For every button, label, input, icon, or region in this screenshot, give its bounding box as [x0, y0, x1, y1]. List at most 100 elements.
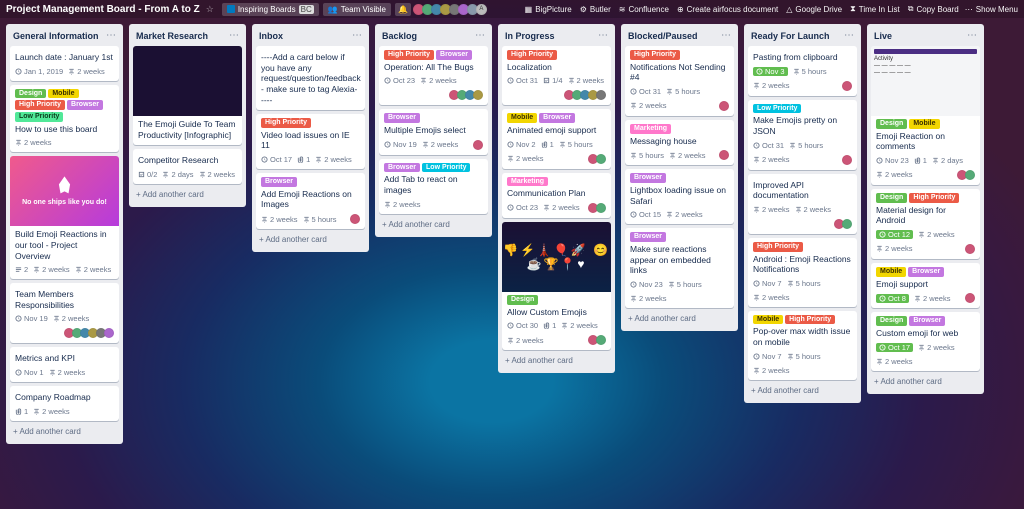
card-members[interactable] [844, 81, 852, 91]
label[interactable]: Browser [630, 173, 666, 183]
powerup-google-drive[interactable]: △ Google Drive [786, 4, 842, 14]
list-menu-icon[interactable]: ⋯ [844, 30, 854, 41]
card-members[interactable] [721, 150, 729, 160]
label[interactable]: Browser [909, 316, 945, 326]
label[interactable]: Browser [384, 163, 420, 173]
card-members[interactable] [959, 170, 975, 180]
card[interactable]: Company Roadmap12 weeks [10, 386, 119, 421]
powerup-confluence[interactable]: ≋ Confluence [619, 4, 669, 14]
powerup-bigpicture[interactable]: ▦ BigPicture [525, 4, 572, 14]
card[interactable]: Launch date : January 1stJan 1, 20192 we… [10, 46, 119, 81]
card[interactable]: MarketingCommunication PlanOct 232 weeks [502, 173, 611, 218]
card[interactable]: BrowserMultiple Emojis selectNov 192 wee… [379, 109, 488, 154]
card-members[interactable] [721, 101, 729, 111]
label[interactable]: Low Priority [753, 104, 801, 114]
label[interactable]: Design [15, 89, 46, 99]
card-members[interactable] [475, 140, 483, 150]
visibility-button[interactable]: 👥 Team Visible [323, 3, 391, 16]
label[interactable]: Mobile [909, 119, 939, 129]
card[interactable]: Pasting from clipboardNov 35 hours2 week… [748, 46, 857, 96]
label[interactable]: Design [876, 316, 907, 326]
label[interactable]: High Priority [384, 50, 434, 60]
star-icon[interactable]: ☆ [206, 4, 214, 15]
card[interactable]: MarketingMessaging house5 hours2 weeks [625, 120, 734, 165]
card[interactable]: DesignHigh PriorityMaterial design for A… [871, 189, 980, 259]
list-menu-icon[interactable]: ⋯ [967, 30, 977, 41]
add-card-button[interactable]: Add another card [133, 188, 242, 201]
card[interactable]: Low PriorityMake Emojis pretty on JSONOc… [748, 100, 857, 170]
card[interactable]: No one ships like you do!Build Emoji Rea… [10, 156, 119, 279]
label[interactable]: High Priority [785, 315, 835, 325]
label[interactable]: Browser [539, 113, 575, 123]
powerup-create-airfocus-document[interactable]: ⊕ Create airfocus document [677, 4, 778, 14]
card[interactable]: DesignMobileHigh PriorityBrowser Low Prio… [10, 85, 119, 153]
card[interactable]: BrowserAdd Emoji Reactions on Images2 we… [256, 173, 365, 229]
card-members[interactable] [844, 155, 852, 165]
label[interactable]: Marketing [630, 124, 671, 134]
list-title[interactable]: Backlog [382, 31, 417, 41]
list-title[interactable]: In Progress [505, 31, 555, 41]
card[interactable]: High PriorityNotifications Not Sending #… [625, 46, 734, 116]
label[interactable]: Browser [630, 232, 666, 242]
add-card-button[interactable]: Add another card [748, 384, 857, 397]
team-button[interactable]: Inspiring Boards BC [222, 3, 319, 16]
card-members[interactable] [66, 328, 114, 338]
label[interactable]: Design [507, 295, 538, 305]
label[interactable]: Design [876, 193, 907, 203]
notifications-button[interactable]: 🔔 [395, 3, 411, 16]
label[interactable]: Mobile [753, 315, 783, 325]
add-card-button[interactable]: Add another card [379, 218, 488, 231]
list-menu-icon[interactable]: ⋯ [229, 30, 239, 41]
label[interactable]: High Priority [15, 100, 65, 110]
powerup-copy-board[interactable]: ⧉ Copy Board [908, 4, 959, 14]
card-members[interactable] [352, 214, 360, 224]
card[interactable]: High PriorityBrowserOperation: All The B… [379, 46, 488, 105]
label[interactable]: Design [876, 119, 907, 129]
list-title[interactable]: Blocked/Paused [628, 31, 698, 41]
add-card-button[interactable]: Add another card [625, 312, 734, 325]
list-menu-icon[interactable]: ⋯ [721, 30, 731, 41]
card-members[interactable] [836, 219, 852, 229]
label[interactable]: Browser [436, 50, 472, 60]
card[interactable]: MobileBrowserAnimated emoji supportNov 2… [502, 109, 611, 168]
card[interactable]: MobileHigh PriorityPop-over max width is… [748, 311, 857, 380]
powerup-butler[interactable]: ⚙ Butler [580, 4, 611, 14]
card-members[interactable] [590, 203, 606, 213]
card[interactable]: ----Add a card below if you have any req… [256, 46, 365, 110]
board-members[interactable]: A [415, 4, 487, 15]
powerup-time-in-list[interactable]: ⧗ Time In List [850, 4, 900, 14]
add-card-button[interactable]: Add another card [10, 425, 119, 438]
card[interactable]: Team Members ResponsibilitiesNov 192 wee… [10, 283, 119, 343]
label[interactable]: Mobile [876, 267, 906, 277]
label[interactable]: High Priority [753, 242, 803, 252]
card[interactable]: High PriorityAndroid : Emoji Reactions N… [748, 238, 857, 307]
card[interactable]: Activity— — — — —— — — — —DesignMobileEm… [871, 46, 980, 185]
card[interactable]: The Emoji Guide To Team Productivity [In… [133, 46, 242, 145]
card-members[interactable] [590, 154, 606, 164]
card-members[interactable] [967, 293, 975, 303]
card-members[interactable] [566, 90, 606, 100]
card[interactable]: 👎⚡🗼🎈🚀 😊☕🏆📍♥DesignAllow Custom EmojisOct … [502, 222, 611, 350]
label[interactable]: Browser [384, 113, 420, 123]
label[interactable]: Browser [67, 100, 103, 110]
card-members[interactable] [451, 90, 483, 100]
label[interactable]: Marketing [507, 177, 548, 187]
add-card-button[interactable]: Add another card [502, 354, 611, 367]
label[interactable]: Mobile [48, 89, 78, 99]
show-menu-button[interactable]: ⋯ Show Menu [965, 5, 1018, 14]
label[interactable]: High Priority [507, 50, 557, 60]
label[interactable]: Low Priority [15, 112, 63, 122]
list-title[interactable]: Live [874, 31, 892, 41]
list-title[interactable]: Market Research [136, 31, 208, 41]
list-title[interactable]: Inbox [259, 31, 283, 41]
list-title[interactable]: General Information [13, 31, 99, 41]
label[interactable]: Browser [261, 177, 297, 187]
label[interactable]: High Priority [630, 50, 680, 60]
card-members[interactable] [590, 335, 606, 345]
card[interactable]: High PriorityVideo load issues on IE 11O… [256, 114, 365, 169]
label[interactable]: Mobile [507, 113, 537, 123]
card[interactable]: MobileBrowserEmoji supportOct 82 weeks [871, 263, 980, 308]
card[interactable]: Metrics and KPINov 12 weeks [10, 347, 119, 382]
list-menu-icon[interactable]: ⋯ [475, 30, 485, 41]
list-menu-icon[interactable]: ⋯ [106, 30, 116, 41]
